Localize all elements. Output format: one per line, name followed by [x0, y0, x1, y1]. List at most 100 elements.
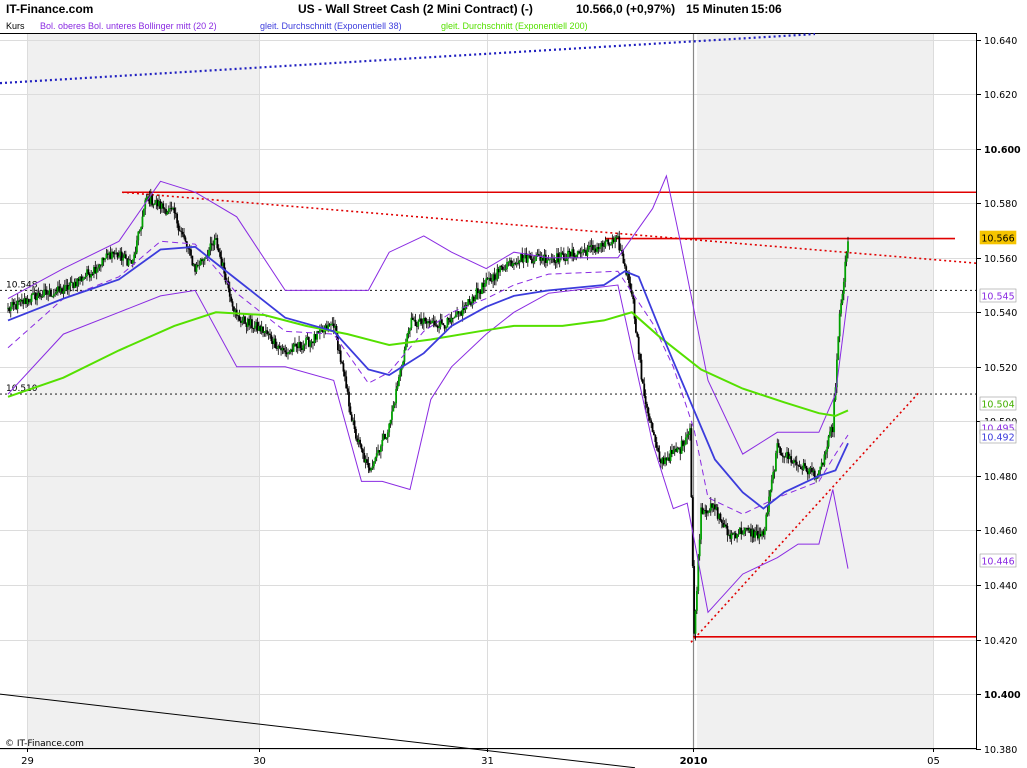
candle-down — [798, 465, 801, 467]
candle-up — [396, 386, 399, 389]
candle-down — [799, 466, 802, 469]
price-tag-bollinger: 10.545 — [981, 292, 1014, 303]
candle-up — [483, 283, 486, 288]
candle-up — [104, 258, 106, 261]
candle-up — [134, 252, 137, 255]
candle-down — [797, 464, 799, 466]
candle-down — [251, 319, 253, 329]
candle-up — [54, 293, 57, 295]
candle-down — [553, 258, 556, 263]
candle-up — [395, 388, 398, 404]
candle-down — [529, 255, 532, 259]
candle-down — [777, 443, 780, 447]
candle-down — [216, 238, 219, 249]
candle-down — [244, 316, 246, 324]
candle-down — [181, 231, 184, 235]
candle-down — [805, 466, 808, 472]
candle-up — [391, 411, 393, 420]
candle-up — [506, 262, 508, 270]
candle-up — [203, 258, 206, 260]
candle-up — [41, 295, 44, 298]
candle-down — [637, 336, 640, 354]
candle-down — [572, 249, 575, 257]
candle-up — [694, 610, 697, 634]
candle-down — [790, 456, 793, 463]
candle-down — [740, 527, 743, 534]
candle-down — [607, 239, 610, 245]
candle-up — [845, 252, 848, 262]
candle-down — [618, 236, 621, 251]
candle-down — [442, 323, 445, 326]
candle-up — [743, 530, 745, 534]
candle-down — [348, 391, 350, 407]
candle-down — [299, 342, 302, 349]
candle-up — [138, 230, 141, 232]
candle-down — [353, 420, 356, 429]
candle-down — [176, 213, 179, 224]
candle-down — [646, 403, 648, 408]
price-tag-ema38: 10.492 — [981, 433, 1014, 444]
candle-down — [720, 520, 723, 523]
candle-up — [683, 444, 686, 447]
y-tick-label: 10.440 — [984, 581, 1017, 592]
candle-up — [840, 303, 842, 314]
candle-up — [421, 323, 424, 325]
candle-up — [389, 419, 392, 424]
candle-up — [379, 446, 382, 452]
candle-down — [650, 420, 653, 424]
y-tick-label: 10.480 — [984, 472, 1017, 483]
candle-down — [91, 274, 94, 275]
candle-up — [373, 461, 375, 467]
candle-up — [598, 246, 601, 250]
y-tick-label: 10.380 — [984, 745, 1017, 756]
candle-down — [38, 292, 41, 297]
candle-up — [772, 472, 775, 480]
candle-down — [112, 251, 115, 254]
candle-up — [707, 512, 709, 514]
candle-down — [622, 253, 625, 264]
candle-down — [658, 451, 661, 460]
candle-down — [185, 241, 188, 247]
candle-down — [639, 353, 641, 360]
candle-up — [565, 258, 568, 261]
candle-up — [737, 534, 740, 535]
candle-down — [360, 444, 363, 450]
candle-down — [434, 320, 436, 326]
candle-up — [754, 531, 757, 538]
candle-up — [288, 351, 291, 353]
candle-down — [237, 315, 239, 317]
y-tick-label: 10.400 — [984, 690, 1021, 701]
candle-up — [208, 249, 210, 257]
candle-up — [841, 293, 844, 304]
candle-up — [63, 285, 66, 292]
price-tag-bollinger: 10.446 — [981, 557, 1014, 568]
candle-down — [355, 428, 357, 439]
candle-down — [562, 253, 565, 260]
candle-up — [9, 306, 12, 311]
candle-down — [568, 250, 571, 253]
candle-up — [773, 471, 776, 473]
candle-down — [191, 255, 194, 266]
legend: Kurs Bol. oberes Bol. unteres Bollinger m… — [6, 21, 588, 31]
candle-up — [198, 265, 201, 266]
candle-up — [374, 457, 377, 462]
y-tick-label: 10.580 — [984, 199, 1017, 210]
candle-down — [210, 243, 213, 245]
candle-down — [578, 251, 580, 253]
candle-up — [763, 530, 766, 535]
y-tick-label: 10.620 — [984, 90, 1017, 101]
candle-up — [819, 466, 822, 471]
candle-up — [166, 211, 169, 215]
x-tick-label: 05 — [927, 756, 940, 767]
candle-up — [504, 269, 507, 270]
candle-up — [580, 252, 583, 253]
candle-down — [690, 428, 693, 498]
candle-up — [417, 321, 420, 327]
candle-down — [643, 383, 646, 397]
candle-up — [403, 349, 406, 362]
candle-up — [765, 514, 768, 531]
candle-down — [361, 449, 364, 453]
interval: 15 Minuten — [686, 2, 749, 16]
candle-up — [305, 338, 307, 345]
candle-down — [284, 350, 287, 353]
